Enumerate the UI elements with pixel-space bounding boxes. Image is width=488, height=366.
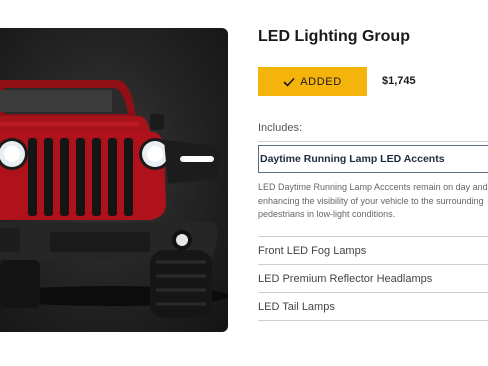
accordion-item-tail-lamps[interactable]: LED Tail Lamps (258, 293, 488, 321)
accordion-item-label: Daytime Running Lamp LED Accents (260, 153, 445, 165)
accordion-item-label: LED Premium Reflector Headlamps (258, 272, 433, 285)
product-title: LED Lighting Group (258, 28, 410, 45)
description-line: LED Daytime Running Lamp Acccents remain… (258, 182, 488, 192)
jeep-front-illustration (0, 80, 228, 318)
accordion-item-active[interactable]: Daytime Running Lamp LED Accents (258, 145, 488, 173)
product-price: $1,745 (382, 75, 416, 87)
description-line: enhancing the visibility of your vehicle… (258, 195, 484, 206)
accordion-item-label: Front LED Fog Lamps (258, 244, 367, 257)
includes-label: Includes: (258, 122, 303, 134)
description-line: pedestrians in low-light conditions. (258, 209, 396, 219)
accordion-item-label: LED Tail Lamps (258, 300, 335, 313)
accordion-item-premium-reflector-headlamps[interactable]: LED Premium Reflector Headlamps (258, 265, 488, 293)
accordion-description: LED Daytime Running Lamp Acccents remain… (258, 181, 488, 222)
vehicle-image (0, 28, 228, 332)
added-button-label: ADDED (300, 75, 342, 88)
added-button[interactable]: ADDED (258, 67, 367, 96)
divider (258, 141, 488, 142)
check-icon (283, 77, 295, 87)
accordion-item-front-fog-lamps[interactable]: Front LED Fog Lamps (258, 237, 488, 265)
